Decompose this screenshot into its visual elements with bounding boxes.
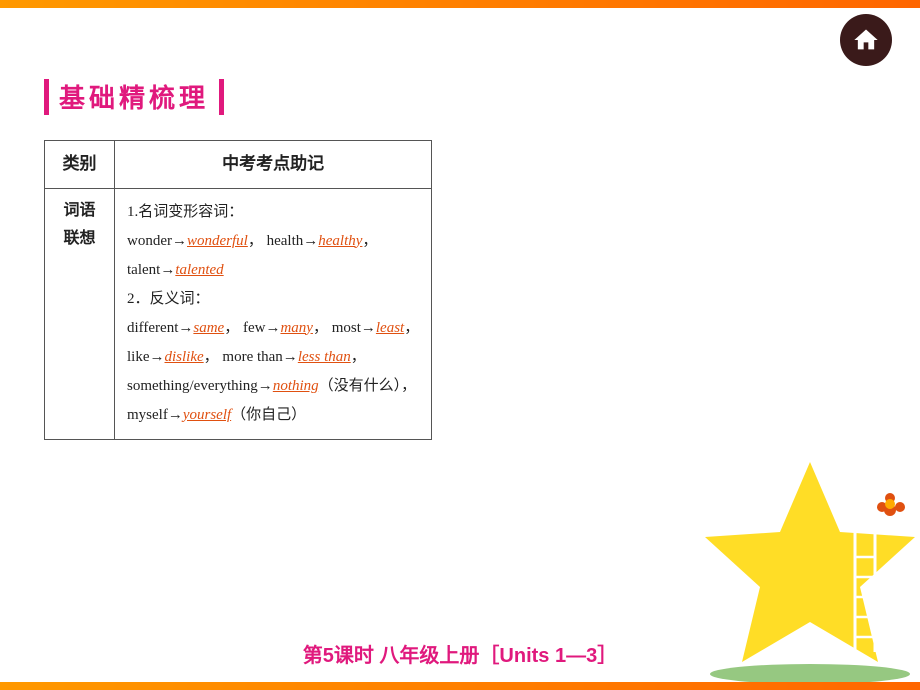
- table-header-row: 类别 中考考点助记: [45, 141, 432, 189]
- line3: talent→talented: [127, 257, 419, 284]
- home-icon: [852, 26, 880, 54]
- line1: 1.名词变形容词：: [127, 199, 419, 226]
- title-bar-right: [219, 79, 224, 115]
- line8: myself→yourself（你自己）: [127, 402, 419, 429]
- title-bar-left: [44, 79, 49, 115]
- row-label: 词语联想: [45, 188, 115, 439]
- main-table: 类别 中考考点助记 词语联想 1.名词变形容词： wonder→wonderfu…: [44, 140, 432, 440]
- section-title: 基础精梳理: [44, 78, 224, 115]
- top-bar: [0, 0, 920, 8]
- table-row: 词语联想 1.名词变形容词： wonder→wonderful， health→…: [45, 188, 432, 439]
- line6: like→dislike， more than→less than，: [127, 344, 419, 371]
- header-col-content: 中考考点助记: [115, 141, 432, 189]
- header-col-label: 类别: [45, 141, 115, 189]
- line2: wonder→wonderful， health→healthy，: [127, 228, 419, 255]
- footer-text: 第5课时 八年级上册［Units 1—3］: [0, 639, 920, 668]
- line7: something/everything→nothing（没有什么），: [127, 373, 419, 400]
- line5: different→same， few→many， most→least，: [127, 315, 419, 342]
- bottom-bar: [0, 682, 920, 690]
- home-button[interactable]: [840, 14, 892, 66]
- line4: 2．反义词：: [127, 286, 419, 313]
- row-content: 1.名词变形容词： wonder→wonderful， health→healt…: [115, 188, 432, 439]
- section-title-text: 基础精梳理: [59, 78, 209, 115]
